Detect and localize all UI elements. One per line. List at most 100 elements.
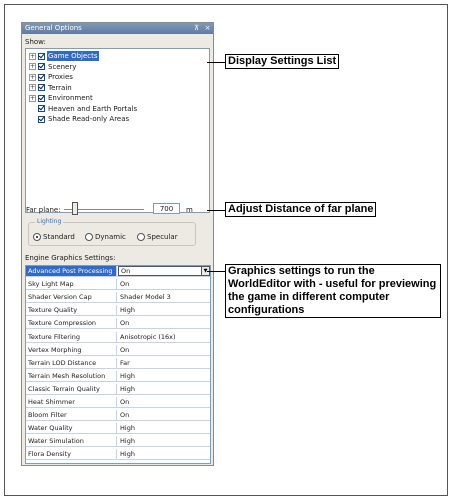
setting-name: Advanced Post Processing [26, 266, 117, 276]
setting-value[interactable]: On [118, 410, 210, 420]
radio-dynamic-label: Dynamic [95, 233, 126, 241]
lighting-title: Lighting [35, 218, 64, 225]
setting-value-text: Anisotropic (16x) [120, 332, 176, 341]
far-plane-slider-thumb[interactable] [72, 202, 78, 215]
tree-item-label: Proxies [48, 73, 73, 81]
far-plane-input[interactable] [153, 203, 180, 214]
expand-plus-icon[interactable]: + [29, 52, 36, 60]
setting-name: Water Quality [26, 423, 117, 434]
setting-value[interactable]: High [118, 449, 210, 459]
settings-row[interactable]: Flora Density High [26, 449, 210, 461]
callout-graphics: Graphics settings to run the WorldEditor… [225, 264, 441, 318]
callout-line-graphics [207, 271, 225, 272]
engine-graphics-label: Engine Graphics Settings: [25, 254, 116, 262]
radio-dynamic-icon[interactable] [85, 233, 93, 241]
tree-item-label: Scenery [48, 62, 77, 71]
pin-icon[interactable]: ⊼ [192, 23, 201, 34]
engine-graphics-grid: Advanced Post Processing On ▼ Sky Light Map… [25, 265, 211, 464]
settings-row[interactable]: Terrain LOD Distance Far [26, 357, 210, 369]
setting-name: Shader Version Cap [26, 292, 117, 303]
setting-name: Flora Density [26, 449, 117, 460]
tree-item-label: Environment [48, 94, 93, 102]
panel-titlebar: General Options ⊼ × [22, 23, 213, 34]
far-plane-label: Far plane: [26, 206, 61, 214]
settings-row[interactable]: Water Quality High [26, 423, 210, 435]
setting-value[interactable]: High [118, 305, 210, 315]
settings-row[interactable]: Heat Shimmer On [26, 397, 210, 408]
settings-row[interactable]: Water Simulation High [26, 436, 210, 448]
radio-specular[interactable]: Specular [137, 233, 178, 241]
setting-value[interactable]: On [118, 279, 210, 289]
setting-value[interactable]: Shader Model 3 [118, 292, 210, 302]
general-options-panel: General Options ⊼ × Show: + Game Objects +… [21, 22, 214, 466]
setting-value-text: On [120, 319, 130, 328]
setting-value[interactable]: Far [118, 358, 210, 368]
tree-item-label: Game Objects [47, 51, 99, 61]
expand-plus-icon[interactable]: + [29, 84, 36, 91]
tree-item-label: Heaven and Earth Portals [48, 104, 138, 113]
settings-row[interactable]: Texture Filtering Anisotropic (16x) [26, 331, 210, 343]
settings-row[interactable]: Bloom Filter On [26, 410, 210, 422]
tree-item[interactable]: + Proxies [29, 72, 74, 82]
panel-title: General Options [25, 24, 82, 32]
callout-line-display [207, 62, 225, 63]
tree-item[interactable]: + Terrain [29, 83, 73, 93]
settings-row[interactable]: Advanced Post Processing On ▼ [26, 266, 210, 277]
settings-row[interactable]: Sky Light Map On [26, 279, 210, 291]
radio-specular-icon[interactable] [137, 233, 145, 241]
tree-item[interactable]: + Environment [29, 93, 94, 103]
setting-name: Texture Filtering [26, 331, 117, 342]
setting-value-text: On [120, 411, 130, 420]
settings-row[interactable]: Shader Version Cap Shader Model 3 [26, 292, 210, 304]
setting-name: Classic Terrain Quality [26, 383, 117, 394]
setting-value-text: High [120, 384, 135, 393]
checkbox-checked-icon[interactable] [38, 52, 45, 60]
radio-standard-label: Standard [43, 233, 75, 241]
expand-plus-icon[interactable]: + [29, 94, 36, 102]
expand-plus-icon[interactable]: + [29, 63, 36, 70]
checkbox-checked-icon[interactable] [38, 115, 45, 123]
settings-row[interactable]: Terrain Mesh Resolution High [26, 370, 210, 382]
callout-line-far-plane [207, 210, 225, 211]
setting-name: Terrain LOD Distance [26, 357, 117, 368]
close-icon[interactable]: × [203, 23, 212, 34]
setting-name: Texture Compression [26, 318, 117, 329]
setting-value[interactable]: On [118, 318, 210, 328]
checkbox-checked-icon[interactable] [38, 105, 45, 112]
setting-name: Sky Light Map [26, 279, 117, 290]
expand-plus-icon[interactable]: + [29, 73, 36, 81]
tree-item[interactable]: Heaven and Earth Portals [29, 104, 138, 114]
setting-name: Terrain Mesh Resolution [26, 370, 117, 381]
tree-item[interactable]: + Scenery [29, 62, 77, 72]
setting-value[interactable]: On [118, 397, 210, 407]
radio-standard[interactable]: Standard [33, 233, 75, 241]
tree-item[interactable]: + Game Objects [29, 51, 99, 61]
display-settings-tree[interactable]: + Game Objects + Scenery + Proxies + Terrain + En… [25, 48, 210, 213]
setting-value[interactable]: Anisotropic (16x) [118, 332, 210, 342]
checkbox-checked-icon[interactable] [38, 63, 45, 70]
checkbox-checked-icon[interactable] [38, 73, 45, 81]
radio-dynamic[interactable]: Dynamic [85, 233, 126, 241]
setting-value-text: Shader Model 3 [120, 293, 171, 302]
setting-value-text: On [120, 345, 130, 354]
settings-row[interactable]: Classic Terrain Quality High [26, 383, 210, 395]
radio-standard-icon[interactable] [33, 233, 41, 241]
radio-specular-label: Specular [147, 233, 178, 241]
setting-value[interactable]: High [118, 423, 210, 433]
setting-value[interactable]: On [118, 345, 210, 355]
setting-value-text: High [120, 450, 135, 459]
setting-value-text: On [120, 398, 130, 406]
settings-row[interactable]: Vertex Morphing On [26, 344, 210, 356]
tree-item-label: Shade Read-only Areas [48, 115, 130, 123]
setting-value[interactable]: High [118, 436, 210, 446]
tree-item[interactable]: Shade Read-only Areas [29, 114, 130, 124]
settings-row[interactable]: Texture Compression On [26, 318, 210, 330]
lighting-group: Lighting Standard Dynamic Specular [28, 218, 196, 246]
setting-value[interactable]: High [118, 384, 210, 394]
settings-row[interactable]: Texture Quality High [26, 305, 210, 317]
checkbox-checked-icon[interactable] [38, 94, 45, 102]
setting-value[interactable]: High [118, 371, 210, 381]
setting-value[interactable]: On ▼ [118, 266, 210, 276]
setting-value-text: On [121, 267, 131, 275]
checkbox-checked-icon[interactable] [38, 84, 45, 91]
